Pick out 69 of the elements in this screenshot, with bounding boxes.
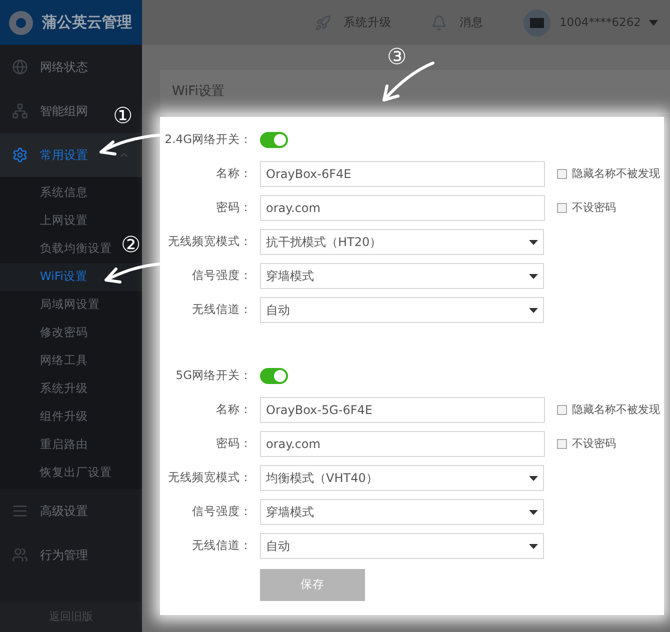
select-dropdown[interactable]: 均衡模式（VHT40） <box>260 465 544 491</box>
field-label: 名称： <box>215 165 253 182</box>
submenu-item[interactable]: 修改密码 <box>40 324 88 342</box>
field-label: 信号强度： <box>191 503 253 520</box>
checkbox-label: 隐藏名称不被发现 <box>572 402 660 418</box>
submenu-item[interactable]: 负载均衡设置 <box>40 240 112 258</box>
select-dropdown[interactable]: 抗干扰模式（HT20） <box>260 229 544 255</box>
caret-icon <box>529 274 538 278</box>
step-number: ② <box>121 235 141 257</box>
field-label: 密码： <box>215 435 253 452</box>
dropdown-caret-icon <box>649 20 658 26</box>
sidebar-item[interactable]: 行为管理 <box>40 546 88 564</box>
submenu-item[interactable]: 系统升级 <box>40 380 88 398</box>
toggle-switch[interactable] <box>260 132 288 148</box>
sidebar-item[interactable]: 智能组网 <box>40 102 88 120</box>
caret-icon <box>529 544 538 548</box>
switch-label: 2.4G网络开关： <box>164 131 253 148</box>
submenu-item[interactable]: 系统信息 <box>40 184 88 202</box>
select-dropdown[interactable]: 穿墙模式 <box>260 499 544 525</box>
step-number: ① <box>113 106 133 128</box>
checkbox[interactable] <box>557 405 567 415</box>
select-dropdown[interactable]: 自动 <box>260 297 544 323</box>
caret-icon <box>529 476 538 480</box>
submenu-item[interactable]: 重启路由 <box>40 436 88 454</box>
sidebar-item[interactable]: 高级设置 <box>40 502 88 520</box>
caret-icon <box>529 308 538 312</box>
panel-title: WiFi设置 <box>172 82 224 101</box>
sidebar-item[interactable]: 常用设置 <box>40 146 88 164</box>
text-input[interactable]: OrayBox-5G-6F4E <box>260 397 545 423</box>
field-label: 名称： <box>215 401 253 418</box>
settings-icon <box>12 147 28 163</box>
sidebar-item[interactable]: 网络状态 <box>40 58 88 76</box>
rocket-icon <box>315 14 332 30</box>
field-label: 信号强度： <box>191 267 253 284</box>
select-dropdown[interactable]: 自动 <box>260 533 544 559</box>
submenu-item[interactable]: 组件升级 <box>40 408 88 426</box>
text-input[interactable]: OrayBox-6F4E <box>260 161 545 187</box>
logo-icon <box>8 10 34 36</box>
checkbox[interactable] <box>557 169 567 179</box>
bell-icon <box>431 14 448 30</box>
submenu-item[interactable]: 上网设置 <box>40 212 88 230</box>
field-label: 无线频宽模式： <box>167 469 253 486</box>
submenu-item[interactable]: 局域网设置 <box>40 296 100 314</box>
checkbox[interactable] <box>557 439 567 449</box>
caret-icon <box>529 510 538 514</box>
field-label: 无线频宽模式： <box>167 233 253 250</box>
field-label: 密码： <box>215 199 253 216</box>
router-avatar-icon <box>523 8 552 36</box>
toggle-switch[interactable] <box>260 368 288 384</box>
network-icon <box>12 103 28 119</box>
submenu-item[interactable]: 网络工具 <box>40 352 88 370</box>
submenu-item[interactable]: 恢复出厂设置 <box>40 464 112 482</box>
list-icon <box>12 503 28 519</box>
text-input[interactable]: oray.com <box>260 195 545 221</box>
step-number: ③ <box>387 47 407 69</box>
submenu-item[interactable]: WiFi设置 <box>40 268 88 286</box>
checkbox-label: 隐藏名称不被发现 <box>572 166 660 182</box>
globe-icon <box>12 59 28 75</box>
field-label: 无线信道： <box>191 537 253 554</box>
caret-icon <box>529 240 538 244</box>
users-icon <box>12 547 28 563</box>
checkbox[interactable] <box>557 203 567 213</box>
app-title: 蒲公英云管理 <box>42 12 132 34</box>
field-label: 无线信道： <box>191 301 253 318</box>
text-input[interactable]: oray.com <box>260 431 545 457</box>
checkbox-label: 不设密码 <box>572 200 616 216</box>
switch-label: 5G网络开关： <box>174 367 253 384</box>
checkbox-label: 不设密码 <box>572 436 616 452</box>
select-dropdown[interactable]: 穿墙模式 <box>260 263 544 289</box>
